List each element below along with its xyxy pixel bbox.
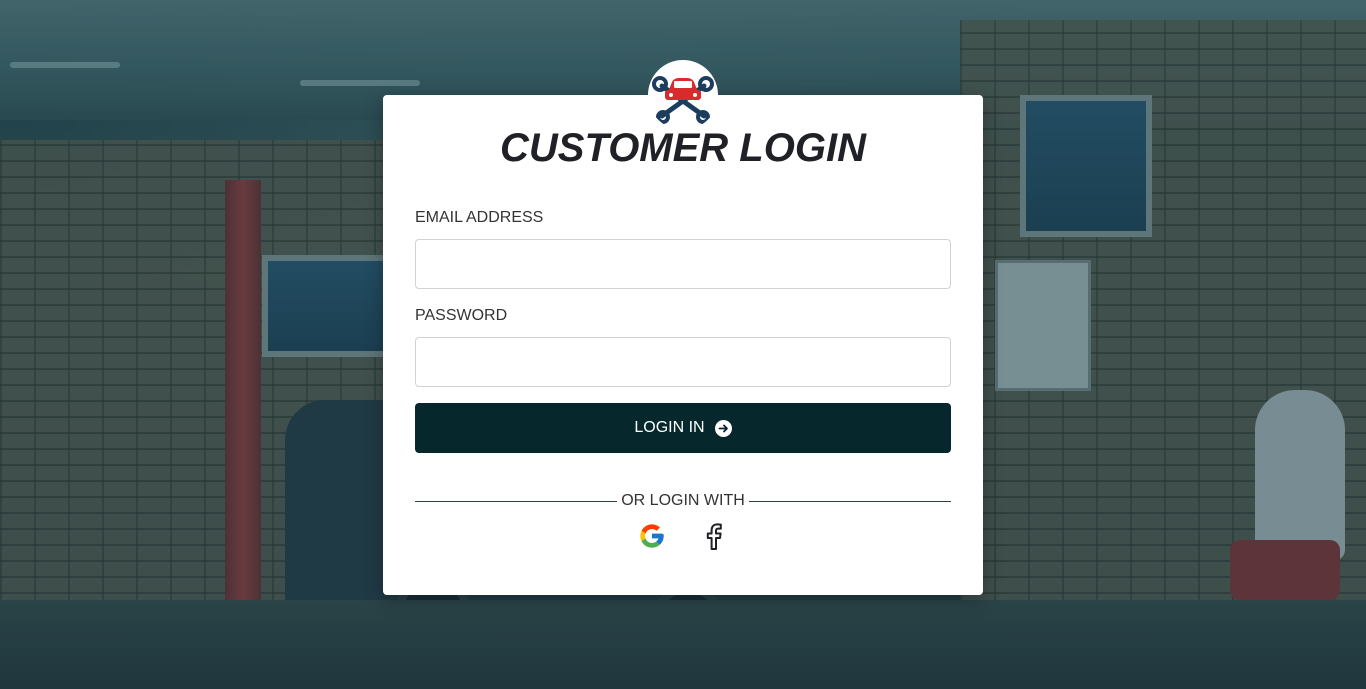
- facebook-login-button[interactable]: [698, 520, 730, 552]
- google-icon: [640, 524, 664, 548]
- login-button[interactable]: LOGIN IN: [415, 403, 951, 453]
- email-field[interactable]: [415, 239, 951, 289]
- email-label: EMAIL ADDRESS: [415, 209, 544, 226]
- login-button-label: LOGIN IN: [634, 419, 705, 436]
- facebook-icon: [706, 523, 722, 550]
- google-login-button[interactable]: [636, 520, 668, 552]
- divider-text: OR LOGIN WITH: [621, 492, 745, 509]
- password-field[interactable]: [415, 337, 951, 387]
- logo-badge: [648, 60, 718, 130]
- car-wrench-logo-icon: [652, 76, 714, 124]
- password-label: PASSWORD: [415, 307, 508, 324]
- arrow-right-icon: [714, 419, 732, 437]
- social-divider: OR LOGIN WITH: [415, 491, 951, 511]
- page-title: CUSTOMER LOGIN: [500, 126, 866, 170]
